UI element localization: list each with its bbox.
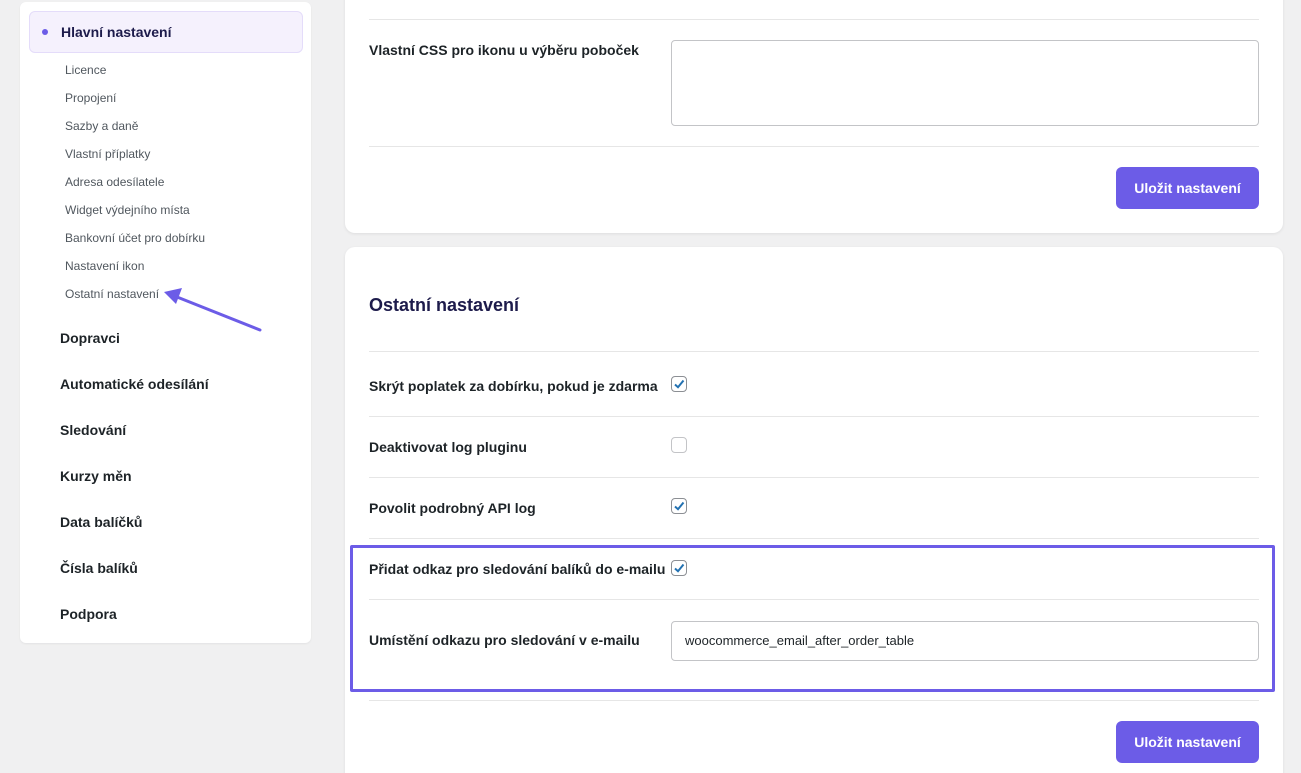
sidebar-subitem-ikony[interactable]: Nastavení ikon	[65, 258, 144, 274]
api-log-label: Povolit podrobný API log	[369, 500, 536, 516]
tracking-placement-label: Umístění odkazu pro sledování v e-mailu	[369, 632, 640, 648]
save-button[interactable]: Uložit nastavení	[1116, 167, 1259, 209]
save-button[interactable]: Uložit nastavení	[1116, 721, 1259, 763]
annotation-arrow-icon	[164, 288, 262, 332]
tracking-link-label: Přidat odkaz pro sledování balíků do e-m…	[369, 561, 666, 577]
divider	[369, 477, 1259, 478]
custom-css-textarea[interactable]	[671, 40, 1259, 126]
disable-log-label: Deaktivovat log pluginu	[369, 439, 527, 455]
sidebar-subitem-priplatky[interactable]: Vlastní příplatky	[65, 146, 150, 162]
custom-css-card: Vlastní CSS pro ikonu u výběru poboček U…	[345, 0, 1283, 233]
divider	[369, 416, 1259, 417]
sidebar-item-automaticke-odesilani[interactable]: Automatické odesílání	[60, 375, 209, 393]
divider	[369, 700, 1259, 701]
divider	[369, 19, 1259, 20]
api-log-checkbox[interactable]	[671, 498, 687, 514]
sidebar-item-data-balicku[interactable]: Data balíčků	[60, 513, 142, 531]
hide-cod-fee-checkbox[interactable]	[671, 376, 687, 392]
active-dot-icon	[42, 29, 48, 35]
checkmark-icon	[674, 379, 685, 389]
sidebar-subitem-adresa[interactable]: Adresa odesílatele	[65, 174, 164, 190]
section-title: Ostatní nastavení	[369, 295, 520, 315]
other-settings-card: Ostatní nastavení Skrýt poplatek za dobí…	[345, 247, 1283, 773]
sidebar-subitem-ostatni[interactable]: Ostatní nastavení	[65, 286, 159, 302]
divider	[369, 599, 1259, 600]
sidebar-item-sledovani[interactable]: Sledování	[60, 421, 126, 439]
disable-log-checkbox[interactable]	[671, 437, 687, 453]
custom-css-label: Vlastní CSS pro ikonu u výběru poboček	[369, 42, 639, 58]
divider	[369, 351, 1259, 352]
checkmark-icon	[674, 563, 685, 573]
divider	[369, 538, 1259, 539]
checkmark-icon	[674, 501, 685, 511]
sidebar-subitem-widget[interactable]: Widget výdejního místa	[65, 202, 190, 218]
sidebar-item-dopravci[interactable]: Dopravci	[60, 329, 120, 347]
sidebar-item-cisla-baliku[interactable]: Čísla balíků	[60, 559, 138, 577]
sidebar-item-hlavni-nastaveni[interactable]: Hlavní nastavení	[29, 11, 303, 53]
divider	[369, 146, 1259, 147]
sidebar-item-label: Hlavní nastavení	[61, 24, 172, 40]
tracking-placement-input[interactable]: woocommerce_email_after_order_table	[671, 621, 1259, 661]
hide-cod-fee-label: Skrýt poplatek za dobírku, pokud je zdar…	[369, 378, 658, 394]
sidebar-item-podpora[interactable]: Podpora	[60, 605, 117, 623]
sidebar-subitem-licence[interactable]: Licence	[65, 62, 106, 78]
sidebar-subitem-bankovni-ucet[interactable]: Bankovní účet pro dobírku	[65, 230, 205, 246]
sidebar-subitem-sazby[interactable]: Sazby a daně	[65, 118, 138, 134]
sidebar-item-kurzy-men[interactable]: Kurzy měn	[60, 467, 132, 485]
sidebar-subitem-propojeni[interactable]: Propojení	[65, 90, 116, 106]
tracking-link-checkbox[interactable]	[671, 560, 687, 576]
